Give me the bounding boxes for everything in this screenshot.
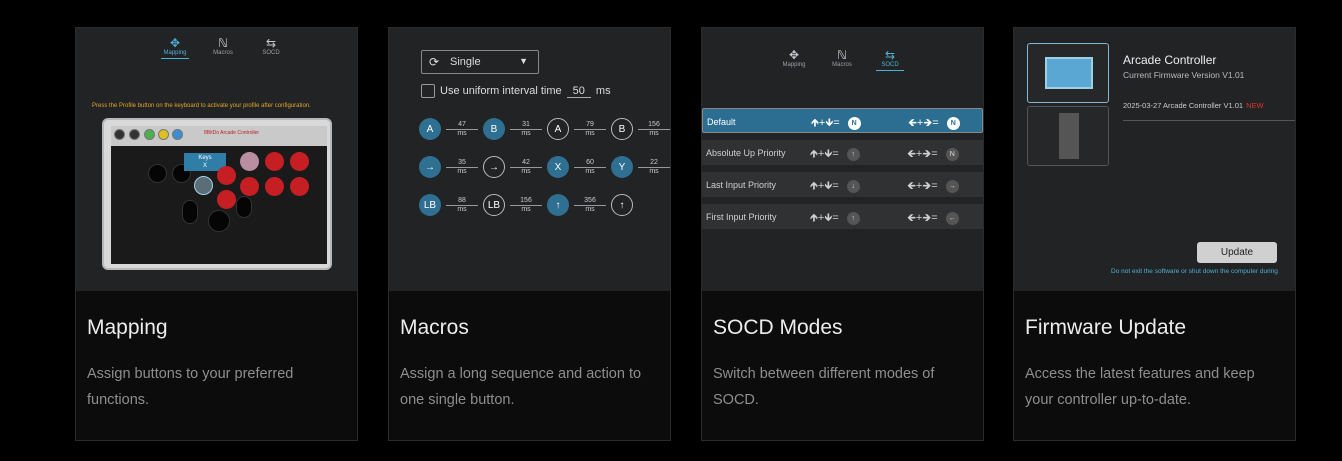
macro-step-button[interactable]: A — [547, 118, 569, 140]
gamepad-icon: ✥ — [788, 48, 800, 62]
card-description: Assign buttons to your preferred functio… — [87, 366, 294, 408]
macro-step-button[interactable]: Y — [611, 156, 633, 178]
tab-mapping[interactable]: ✥ Mapping — [161, 36, 189, 59]
device-name: Arcade Controller — [1123, 53, 1217, 67]
socd-screenshot: ✥ Mapping ℕ Macros ⇆ SOCD Default 🡹+🡻= N 🡸+🡺= N… — [702, 28, 983, 291]
macro-interval[interactable]: 31 ms — [510, 121, 542, 138]
firmware-version: Current Firmware Version V1.01 — [1123, 70, 1245, 80]
socd-mode-row[interactable]: Absolute Up Priority 🡹+🡻= ↑ 🡸+🡺= N — [702, 140, 983, 165]
macro-interval[interactable]: 88 ms — [446, 197, 478, 214]
socd-result-icon: ↓ — [846, 179, 860, 193]
card-firmware[interactable]: Arcade Controller Current Firmware Versi… — [1013, 27, 1296, 441]
profile-hint: Press the Profile button on the keyboard… — [92, 103, 311, 109]
gamepad-icon: ✥ — [169, 36, 181, 50]
chevron-down-icon: ▼ — [519, 56, 528, 66]
card-socd[interactable]: ✥ Mapping ℕ Macros ⇆ SOCD Default 🡹+🡻= N 🡸+🡺= N… — [701, 27, 984, 441]
uniform-interval-checkbox[interactable] — [421, 84, 435, 98]
socd-result-icon: N — [946, 116, 960, 130]
arcade-controller-image: 8BitDo Arcade Controller Keys X — [102, 118, 332, 270]
socd-result-icon: N — [945, 147, 959, 161]
macro-interval[interactable]: 35 ms — [446, 159, 478, 176]
macro-step-button[interactable]: A — [419, 118, 441, 140]
tab-macros[interactable]: ℕ Macros — [209, 36, 237, 59]
divider — [1123, 120, 1295, 121]
selected-button[interactable] — [194, 176, 213, 195]
macro-mode-select[interactable]: ⟳ Single ▼ — [421, 50, 539, 74]
tab-macros[interactable]: ℕ Macros — [828, 48, 856, 71]
socd-mode-row[interactable]: First Input Priority 🡹+🡻= ↑ 🡸+🡺= ← — [702, 204, 983, 229]
socd-result-icon: N — [847, 116, 861, 130]
socd-result-icon: ← — [945, 211, 959, 225]
tab-bar: ✥ Mapping ℕ Macros ⇆ SOCD — [780, 48, 904, 71]
card-description: Assign a long sequence and action to one… — [400, 366, 642, 408]
socd-icon: ⇆ — [265, 36, 277, 50]
macro-step-button[interactable]: LB — [483, 194, 505, 216]
card-title: Mapping — [87, 316, 168, 339]
socd-icon: ⇆ — [884, 48, 896, 62]
tab-bar: ✥ Mapping ℕ Macros ⇆ SOCD — [161, 36, 285, 59]
card-mapping[interactable]: ✥ Mapping ℕ Macros ⇆ SOCD Press the Profile… — [75, 27, 358, 441]
macro-interval[interactable]: 156 ms — [638, 121, 670, 138]
update-button[interactable]: Update — [1197, 242, 1277, 263]
controller-icon — [1045, 57, 1093, 89]
socd-result-icon: → — [945, 179, 959, 193]
macro-icon: ℕ — [837, 48, 847, 62]
card-description: Switch between different modes of SOCD. — [713, 366, 935, 408]
mapping-screenshot: ✥ Mapping ℕ Macros ⇆ SOCD Press the Profile… — [76, 28, 357, 291]
macro-row: → 35 ms → 42 ms X 60 ms Y 22 ms — [419, 156, 670, 178]
macro-step-button[interactable]: → — [419, 156, 441, 178]
socd-result-icon: ↑ — [846, 147, 860, 161]
dongle-thumbnail[interactable] — [1027, 106, 1109, 166]
macro-step-button[interactable]: ↑ — [547, 194, 569, 216]
macro-step-button[interactable]: ↑ — [611, 194, 633, 216]
card-macros[interactable]: ⟳ Single ▼ Use uniform interval time 50 … — [388, 27, 671, 441]
socd-mode-row[interactable]: Default 🡹+🡻= N 🡸+🡺= N — [702, 108, 983, 133]
macro-interval[interactable]: 156 ms — [510, 197, 542, 214]
card-title: Macros — [400, 316, 469, 339]
macro-icon: ℕ — [218, 36, 228, 50]
socd-mode-row[interactable]: Last Input Priority 🡹+🡻= ↓ 🡸+🡺= → — [702, 172, 983, 197]
firmware-screenshot: Arcade Controller Current Firmware Versi… — [1014, 28, 1295, 291]
card-title: Firmware Update — [1025, 316, 1187, 339]
macro-step-button[interactable]: X — [547, 156, 569, 178]
update-warning: Do not exit the software or shut down th… — [1111, 268, 1278, 275]
controller-thumbnail[interactable] — [1027, 43, 1109, 103]
card-title: SOCD Modes — [713, 316, 843, 339]
tab-socd[interactable]: ⇆ SOCD — [876, 48, 904, 71]
macro-row: A 47 ms B 31 ms A 79 ms B 156 ms — [419, 118, 670, 140]
macro-interval[interactable]: 79 ms — [574, 121, 606, 138]
macro-interval[interactable]: 22 ms — [638, 159, 670, 176]
changelog-entry: 2025-03-27 Arcade Controller V1.01 NEW — [1123, 101, 1264, 110]
macro-step-button[interactable]: B — [611, 118, 633, 140]
macro-step-button[interactable]: LB — [419, 194, 441, 216]
macro-step-button[interactable]: B — [483, 118, 505, 140]
macros-screenshot: ⟳ Single ▼ Use uniform interval time 50 … — [389, 28, 670, 291]
macro-interval[interactable]: 42 ms — [510, 159, 542, 176]
uniform-interval-option[interactable]: Use uniform interval time 50 ms — [421, 84, 611, 98]
macro-row: LB 88 ms LB 156 ms ↑ 356 ms ↑ — [419, 194, 633, 216]
new-badge: NEW — [1246, 101, 1264, 110]
interval-input[interactable]: 50 — [566, 85, 591, 98]
macro-step-button[interactable]: → — [483, 156, 505, 178]
tab-mapping[interactable]: ✥ Mapping — [780, 48, 808, 71]
macro-interval[interactable]: 60 ms — [574, 159, 606, 176]
socd-result-icon: ↑ — [846, 211, 860, 225]
dongle-icon — [1059, 113, 1079, 159]
repeat-icon: ⟳ — [429, 55, 440, 69]
macro-interval[interactable]: 47 ms — [446, 121, 478, 138]
macro-interval[interactable]: 356 ms — [574, 197, 606, 214]
tab-socd[interactable]: ⇆ SOCD — [257, 36, 285, 59]
card-description: Access the latest features and keep your… — [1025, 366, 1255, 408]
